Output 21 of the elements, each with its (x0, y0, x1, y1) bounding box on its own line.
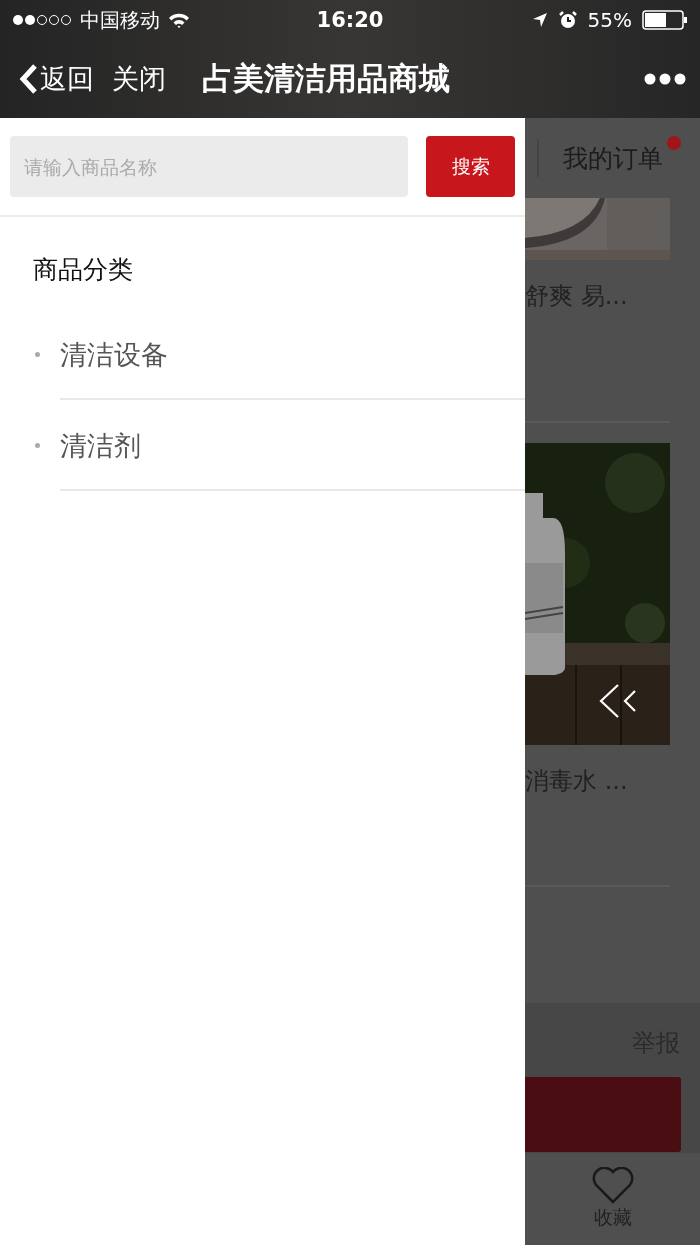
search-field[interactable]: 请输入商品名称 (10, 136, 408, 197)
wifi-icon (168, 11, 190, 29)
clock-time: 16:20 (316, 8, 384, 32)
battery-percent: 55% (587, 8, 632, 32)
page-title: 占美清洁用品商城 (202, 59, 451, 98)
battery-icon (642, 10, 688, 30)
double-chevron-icon[interactable] (598, 683, 638, 719)
back-button[interactable]: 返回 (18, 61, 94, 97)
signal-icon (12, 14, 72, 26)
alarm-icon (557, 10, 578, 30)
more-icon[interactable] (644, 73, 686, 85)
search-button[interactable]: 搜索 (426, 136, 515, 197)
back-chevron-icon (18, 63, 38, 95)
heart-icon (591, 1167, 635, 1205)
close-button[interactable]: 关闭 (112, 61, 166, 97)
bullet-dot (35, 443, 40, 448)
location-icon (531, 12, 548, 28)
carrier-name: 中国移动 (80, 6, 160, 34)
category-heading: 商品分类 (32, 254, 134, 286)
notification-dot (667, 136, 681, 150)
bullet-dot (35, 352, 40, 357)
